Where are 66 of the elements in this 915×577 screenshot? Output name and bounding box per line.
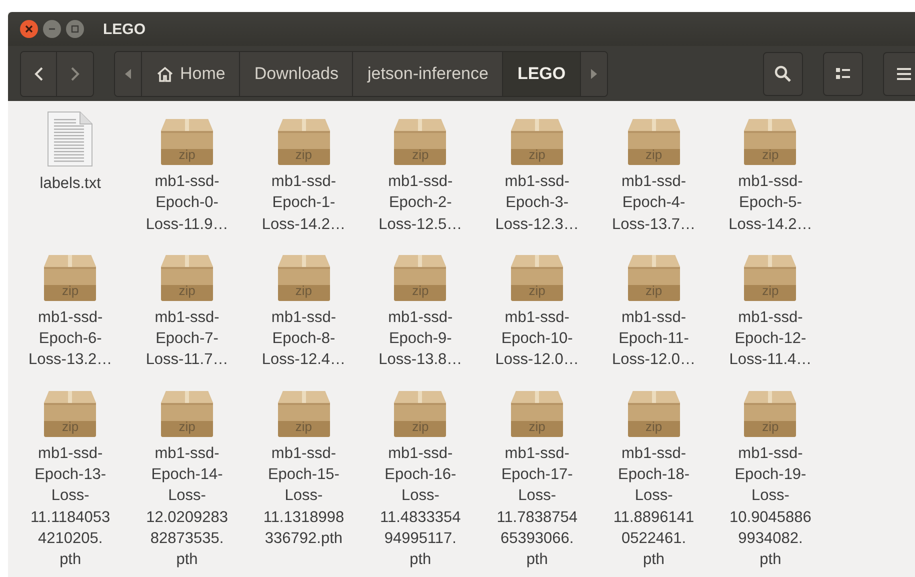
file-name[interactable]: mb1-ssd- Epoch-5- Loss-14.2… — [728, 171, 812, 235]
list-view-icon — [836, 68, 850, 80]
package-icon: zip — [276, 390, 331, 437]
search-button[interactable] — [763, 52, 803, 96]
file-name[interactable]: mb1-ssd- Epoch-11- Loss-12.0… — [612, 306, 696, 371]
file-name[interactable]: mb1-ssd- Epoch-2- Loss-12.5… — [378, 171, 462, 235]
file-name[interactable]: mb1-ssd- Epoch-18- Loss- 11.8896141 0522461. pth — [613, 442, 694, 571]
caret-right-icon — [590, 68, 597, 78]
file-name[interactable]: mb1-ssd- Epoch-8- Loss-12.4… — [262, 306, 346, 371]
package-icon: zip — [43, 254, 98, 301]
text-file-icon — [47, 111, 94, 167]
package-icon: zip — [626, 390, 681, 437]
breadcrumb[interactable]: Downloads — [239, 52, 352, 96]
home-icon — [156, 66, 174, 82]
scroll-right-button[interactable] — [580, 52, 607, 96]
file-name[interactable]: labels.txt — [40, 173, 101, 194]
package-icon: zip — [510, 390, 564, 437]
package-icon: zip — [43, 390, 98, 437]
caret-left-icon — [125, 68, 131, 78]
file-name[interactable]: mb1-ssd- Epoch-7- Loss-11.7… — [146, 306, 228, 371]
package-icon: zip — [510, 119, 564, 165]
file-name[interactable]: mb1-ssd- Epoch-4- Loss-13.7… — [612, 171, 696, 235]
file-name[interactable]: mb1-ssd- Epoch-0- Loss-11.9… — [146, 171, 228, 235]
package-icon: zip — [626, 254, 681, 301]
package-icon: zip — [743, 119, 798, 165]
view-options-button[interactable] — [823, 52, 863, 96]
package-icon: zip — [393, 119, 448, 165]
back-button[interactable] — [21, 52, 57, 96]
chevron-left-icon — [34, 66, 44, 82]
menu-icon — [896, 68, 910, 80]
breadcrumb[interactable]: Home — [141, 52, 240, 96]
file-name[interactable]: mb1-ssd- Epoch-6- Loss-13.2… — [28, 306, 112, 371]
package-icon: zip — [743, 390, 798, 437]
menu-button[interactable] — [883, 52, 915, 96]
file-name[interactable]: mb1-ssd- Epoch-10- Loss-12.0… — [495, 306, 579, 371]
breadcrumb[interactable]: LEGO — [502, 52, 581, 96]
chevron-right-icon — [70, 66, 80, 82]
breadcrumb[interactable]: jetson-inference — [352, 52, 502, 96]
package-icon: zip — [276, 254, 331, 301]
file-name[interactable]: mb1-ssd- Epoch-9- Loss-13.8… — [378, 306, 462, 371]
package-icon: zip — [393, 254, 448, 301]
file-name[interactable]: mb1-ssd- Epoch-12- Loss-11.4… — [729, 306, 812, 371]
file-name[interactable]: mb1-ssd- Epoch-17- Loss- 11.7838754 65393066. pth — [496, 442, 578, 571]
package-icon: zip — [743, 254, 798, 301]
minimize-button[interactable] — [43, 20, 61, 38]
file-name[interactable]: mb1-ssd- Epoch-1- Loss-14.2… — [262, 171, 346, 235]
package-icon: zip — [160, 254, 214, 301]
package-icon: zip — [276, 119, 331, 165]
maximize-button[interactable] — [66, 20, 84, 38]
file-name[interactable]: mb1-ssd- Epoch-13- Loss- 11.1184053 4210205. pth — [30, 442, 110, 571]
package-icon: zip — [510, 254, 564, 301]
close-icon — [25, 25, 33, 33]
file-name[interactable]: mb1-ssd- Epoch-19- Loss- 10.9045886 9934082. pth — [730, 442, 812, 571]
search-icon — [774, 64, 792, 82]
scroll-left-button[interactable] — [115, 52, 141, 96]
package-icon: zip — [160, 390, 214, 437]
package-icon: zip — [626, 119, 681, 165]
file-name[interactable]: mb1-ssd- Epoch-3- Loss-12.3… — [495, 171, 579, 235]
window-title: LEGO — [103, 20, 146, 38]
maximize-icon — [71, 25, 79, 33]
file-name[interactable]: mb1-ssd- Epoch-16- Loss- 11.4833354 94995117. pth — [380, 442, 461, 571]
package-icon: zip — [160, 119, 214, 165]
file-name[interactable]: mb1-ssd- Epoch-14- Loss- 12.0209283 82873535. pth — [146, 442, 228, 571]
close-button[interactable] — [20, 20, 38, 38]
file-name[interactable]: mb1-ssd- Epoch-15- Loss- 11.1318998 336792.pth — [263, 442, 344, 550]
package-icon: zip — [393, 390, 448, 437]
